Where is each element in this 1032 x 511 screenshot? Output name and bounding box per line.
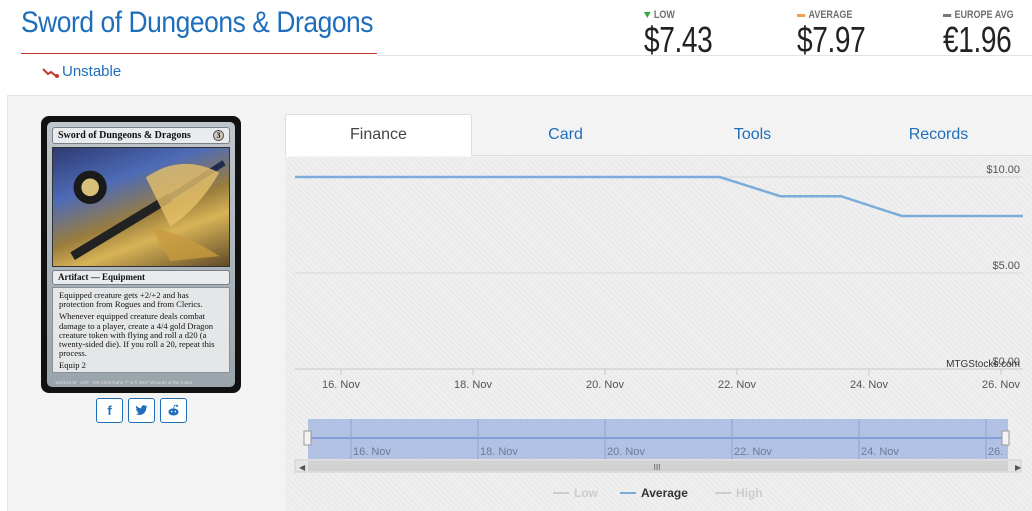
navigator-range [308, 419, 1008, 459]
card-art-illustration [70, 160, 226, 262]
chart-credit: MTGStocks.com [946, 359, 1020, 370]
twitter-share-button[interactable] [128, 398, 155, 423]
x-tick-label: 18. Nov [454, 379, 492, 391]
mana-symbol-icon: 3 [213, 130, 224, 141]
card-image[interactable]: Sword of Dungeons & Dragons 3 Artifact —… [41, 116, 241, 393]
price-europe: EUROPE AVG €1.96 [943, 9, 1031, 59]
price-average: AVERAGE $7.97 [797, 9, 885, 59]
set-link[interactable]: Unstable [42, 63, 121, 80]
tab-records[interactable]: Records [845, 114, 1032, 156]
legend-item-low: Low [574, 486, 599, 500]
x-tick-label: 26. Nov [982, 379, 1020, 391]
average-series-line [295, 175, 1023, 218]
navigator-tick-label: 16. Nov [353, 446, 391, 458]
detail-tabs: Finance Card Tools Records [285, 114, 1032, 156]
legend-item-high: High [736, 486, 763, 500]
card-name: Sword of Dungeons & Dragons [58, 130, 191, 141]
low-marker-icon [644, 12, 651, 18]
tab-finance[interactable]: Finance [285, 114, 472, 156]
navigator-left-handle [303, 430, 312, 446]
scroll-right-arrow-icon: ▶ [1015, 463, 1022, 472]
card-rules-3: Equip 2 [59, 360, 86, 371]
navigator-tick-label: 24. Nov [861, 446, 899, 458]
navigator-tick-label: 20. Nov [607, 446, 645, 458]
x-tick-label: 24. Nov [850, 379, 888, 391]
card-artwork [52, 147, 230, 267]
average-marker-icon [797, 13, 806, 17]
facebook-icon: f [107, 403, 112, 418]
set-name: Unstable [62, 63, 122, 80]
page: Sword of Dungeons & Dragons Unstable LOW… [0, 0, 1032, 511]
navigator-tick-label: 26. [988, 446, 1003, 458]
price-chart: $10.00 $5.00 $0.00 16. Nov 18. Nov 20. Nov 22… [285, 157, 1032, 511]
price-low-value: $7.43 [644, 19, 713, 60]
set-symbol-icon [42, 67, 59, 78]
price-average-value: $7.97 [797, 19, 866, 60]
reddit-icon [168, 404, 179, 416]
navigator-tick-label: 18. Nov [480, 446, 518, 458]
navigator-tick-label: 22. Nov [734, 446, 772, 458]
tab-card[interactable]: Card [472, 114, 659, 156]
legend-item-average: Average [641, 486, 688, 500]
x-tick-label: 22. Nov [718, 379, 756, 391]
card-rules-text: Equipped creature gets +2/+2 and has pro… [52, 287, 230, 373]
twitter-icon [135, 405, 148, 415]
x-tick-label: 16. Nov [322, 379, 360, 391]
price-europe-value: €1.96 [943, 19, 1012, 60]
price-low: LOW $7.43 [644, 9, 732, 59]
card-rules-1: Equipped creature gets +2/+2 and has pro… [59, 290, 203, 310]
europe-marker-icon [943, 13, 952, 17]
scroll-left-arrow-icon: ◀ [299, 463, 306, 472]
y-tick-label: $10.00 [986, 164, 1020, 176]
x-tick-label: 20. Nov [586, 379, 624, 391]
navigator-right-handle [1001, 430, 1010, 446]
y-tick-label: $5.00 [992, 260, 1020, 272]
title-underline [21, 53, 377, 54]
card-rules-2: Whenever equipped creature deals combat … [59, 311, 215, 359]
tab-tools[interactable]: Tools [659, 114, 846, 156]
facebook-share-button[interactable]: f [96, 398, 123, 423]
card-footer: 163/216 M · UST · EN Chris Rahn ™ & © 20… [55, 380, 193, 385]
card-type-line: Artifact — Equipment [52, 270, 230, 285]
scrollbar-grip-icon: III [654, 463, 661, 472]
reddit-share-button[interactable] [160, 398, 187, 423]
page-title: Sword of Dungeons & Dragons [21, 6, 374, 39]
price-chart-svg: $10.00$5.00$0.00 16. Nov 18. Nov 20. Nov 22… [294, 164, 1023, 500]
